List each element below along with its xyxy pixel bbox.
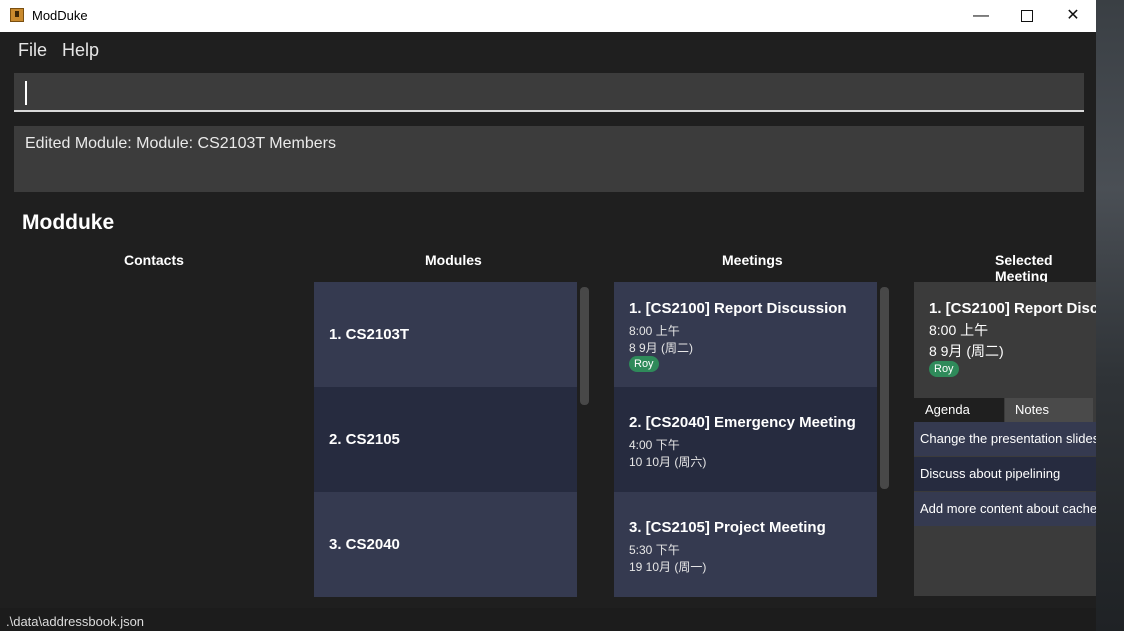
maximize-icon [1021,9,1033,22]
tab-agenda[interactable]: Agenda [914,398,1004,422]
text-caret [25,81,27,105]
meeting-card[interactable]: 3. [CS2105] Project Meeting 5:30 下午 19 1… [614,492,877,597]
menu-file[interactable]: File [18,40,47,61]
meeting-date: 8 9月 (周二) [629,341,694,355]
participant-tag: Roy [929,361,959,377]
meeting-title: 3. [CS2105] Project Meeting [629,519,826,536]
selected-meeting-date: 8 9月 (周二) [929,343,1004,359]
selected-meeting-panel: 1. [CS2100] Report Discussion 8:00 上午 8 … [914,282,1096,596]
selected-meeting-time: 8:00 上午 [929,322,989,338]
meeting-date: 10 10月 (周六) [629,455,707,469]
agenda-item[interactable]: Discuss about pipelining [914,457,1096,491]
module-label: 3. CS2040 [329,536,400,553]
meeting-card[interactable]: 1. [CS2100] Report Discussion 8:00 上午 8 … [614,282,877,387]
meeting-time: 4:00 下午 [629,438,680,452]
module-card[interactable]: 1. CS2103T [314,282,577,387]
result-text: Edited Module: Module: CS2103T Members [25,135,336,152]
result-display: Edited Module: Module: CS2103T Members [14,126,1084,192]
tab-notes[interactable]: Notes [1005,398,1093,422]
title-bar: ModDuke — ✕ [0,0,1096,32]
app-window: ModDuke — ✕ File Help Edited Module: Mod… [0,0,1096,631]
selected-meeting-header: Selected Meeting [995,252,1053,284]
module-label: 1. CS2103T [329,326,410,343]
menu-bar: File Help [0,32,1096,68]
command-input[interactable] [14,73,1084,112]
agenda-item[interactable]: Change the presentation slides [914,422,1096,456]
meeting-title: 1. [CS2100] Report Discussion [629,300,847,317]
minimize-button[interactable]: — [958,0,1004,32]
app-icon [10,8,24,22]
meeting-time: 8:00 上午 [629,324,680,338]
menu-help[interactable]: Help [62,40,99,61]
meetings-scrollbar[interactable] [880,287,889,489]
modules-scrollbar[interactable] [580,287,589,405]
status-bar: .\data\addressbook.json [0,608,1096,631]
maximize-button[interactable] [1004,0,1050,32]
agenda-item[interactable]: Add more content about cache [914,492,1096,526]
module-label: 2. CS2105 [329,431,400,448]
close-button[interactable]: ✕ [1050,0,1096,32]
status-path: .\data\addressbook.json [6,614,145,629]
window-title: ModDuke [32,8,88,23]
meeting-time: 5:30 下午 [629,543,680,557]
contacts-header: Contacts [124,252,184,268]
module-card[interactable]: 3. CS2040 [314,492,577,597]
meetings-header: Meetings [722,252,783,268]
participant-tag: Roy [629,356,659,372]
meeting-title: 2. [CS2040] Emergency Meeting [629,414,856,431]
selected-meeting-title: 1. [CS2100] Report Discussion [929,300,1096,317]
desktop-background [1096,0,1124,631]
modules-header: Modules [425,252,482,268]
module-card[interactable]: 2. CS2105 [314,387,577,492]
app-heading: Modduke [22,211,115,234]
meeting-card[interactable]: 2. [CS2040] Emergency Meeting 4:00 下午 10… [614,387,877,492]
meeting-date: 19 10月 (周一) [629,560,707,574]
